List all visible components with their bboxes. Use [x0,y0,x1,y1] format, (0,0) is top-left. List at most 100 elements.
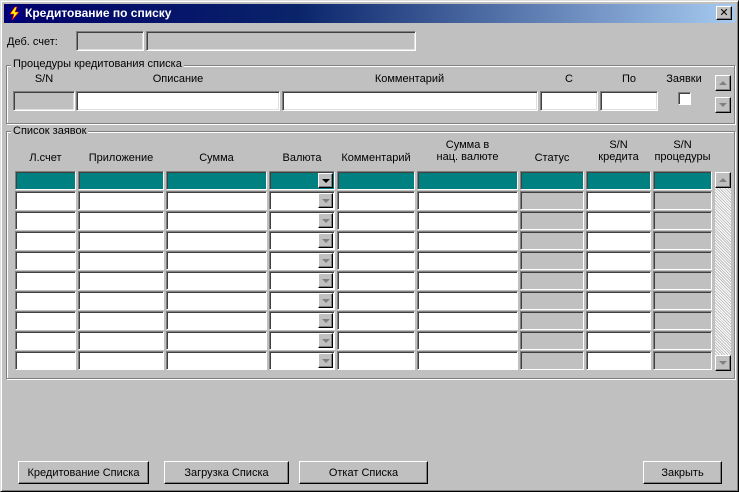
req-cell-account[interactable] [15,331,76,350]
req-cell-procedure-sn[interactable] [653,191,712,210]
req-cell-credit-sn[interactable] [586,291,651,310]
req-cell-status[interactable] [520,271,584,290]
req-cell-comment[interactable] [337,171,415,190]
debit-account-name-field[interactable] [146,31,416,51]
req-cell-amount-national[interactable] [417,191,518,210]
currency-dropdown-button[interactable] [318,173,333,188]
req-cell-amount-national[interactable] [417,231,518,250]
currency-dropdown-button[interactable] [318,333,333,348]
req-cell-amount-national[interactable] [417,331,518,350]
req-cell-procedure-sn[interactable] [653,231,712,250]
req-cell-comment[interactable] [337,271,415,290]
currency-dropdown-button[interactable] [318,293,333,308]
requests-scroll-down-button[interactable] [715,355,731,371]
req-cell-credit-sn[interactable] [586,211,651,230]
req-cell-application[interactable] [78,331,164,350]
req-cell-currency[interactable] [269,271,335,290]
requests-scrollbar[interactable] [715,172,731,371]
req-cell-amount[interactable] [166,211,267,230]
req-cell-account[interactable] [15,351,76,370]
req-cell-account[interactable] [15,171,76,190]
req-cell-currency[interactable] [269,191,335,210]
req-cell-status[interactable] [520,171,584,190]
req-cell-credit-sn[interactable] [586,171,651,190]
req-cell-application[interactable] [78,311,164,330]
req-cell-amount[interactable] [166,231,267,250]
proc-scroll-up-button[interactable] [715,75,731,91]
req-cell-procedure-sn[interactable] [653,351,712,370]
req-cell-account[interactable] [15,191,76,210]
currency-dropdown-button[interactable] [318,213,333,228]
credit-list-button[interactable]: Кредитование Списка [18,461,149,484]
req-cell-account[interactable] [15,311,76,330]
close-button[interactable]: Закрыть [643,461,722,484]
req-cell-comment[interactable] [337,291,415,310]
req-cell-account[interactable] [15,271,76,290]
req-cell-currency[interactable] [269,251,335,270]
req-cell-application[interactable] [78,191,164,210]
req-cell-amount-national[interactable] [417,211,518,230]
req-cell-credit-sn[interactable] [586,231,651,250]
currency-dropdown-button[interactable] [318,253,333,268]
req-cell-procedure-sn[interactable] [653,291,712,310]
req-cell-currency[interactable] [269,311,335,330]
req-cell-amount[interactable] [166,331,267,350]
proc-to-field[interactable] [600,91,658,111]
req-cell-credit-sn[interactable] [586,351,651,370]
req-cell-status[interactable] [520,331,584,350]
req-cell-amount-national[interactable] [417,291,518,310]
proc-requests-checkbox[interactable] [678,92,691,105]
req-cell-status[interactable] [520,191,584,210]
currency-dropdown-button[interactable] [318,193,333,208]
req-cell-amount-national[interactable] [417,251,518,270]
req-cell-comment[interactable] [337,191,415,210]
req-cell-comment[interactable] [337,211,415,230]
req-cell-credit-sn[interactable] [586,331,651,350]
requests-scroll-up-button[interactable] [715,172,731,188]
req-cell-amount[interactable] [166,171,267,190]
req-cell-procedure-sn[interactable] [653,271,712,290]
req-cell-account[interactable] [15,291,76,310]
req-cell-procedure-sn[interactable] [653,311,712,330]
req-cell-status[interactable] [520,311,584,330]
req-cell-currency[interactable] [269,331,335,350]
req-cell-application[interactable] [78,231,164,250]
load-list-button[interactable]: Загрузка Списка [164,461,289,484]
req-cell-amount-national[interactable] [417,171,518,190]
req-cell-status[interactable] [520,351,584,370]
req-cell-application[interactable] [78,351,164,370]
req-cell-amount[interactable] [166,251,267,270]
req-cell-status[interactable] [520,291,584,310]
req-cell-comment[interactable] [337,311,415,330]
currency-dropdown-button[interactable] [318,353,333,368]
req-cell-comment[interactable] [337,231,415,250]
req-cell-amount[interactable] [166,191,267,210]
req-cell-currency[interactable] [269,351,335,370]
req-cell-status[interactable] [520,251,584,270]
req-cell-credit-sn[interactable] [586,311,651,330]
req-cell-procedure-sn[interactable] [653,171,712,190]
req-cell-procedure-sn[interactable] [653,331,712,350]
debit-account-code-field[interactable] [76,31,144,51]
proc-from-field[interactable] [540,91,598,111]
req-cell-status[interactable] [520,231,584,250]
req-cell-application[interactable] [78,251,164,270]
currency-dropdown-button[interactable] [318,313,333,328]
req-cell-currency[interactable] [269,211,335,230]
proc-sn-field[interactable] [13,91,75,111]
req-cell-procedure-sn[interactable] [653,211,712,230]
rollback-list-button[interactable]: Откат Списка [299,461,428,484]
currency-dropdown-button[interactable] [318,273,333,288]
close-window-button[interactable]: ✕ [716,6,732,20]
req-cell-currency[interactable] [269,171,335,190]
req-cell-amount[interactable] [166,271,267,290]
proc-scroll-down-button[interactable] [715,97,731,113]
req-cell-account[interactable] [15,231,76,250]
currency-dropdown-button[interactable] [318,233,333,248]
req-cell-application[interactable] [78,171,164,190]
req-cell-application[interactable] [78,271,164,290]
req-cell-comment[interactable] [337,351,415,370]
req-cell-amount-national[interactable] [417,311,518,330]
req-cell-status[interactable] [520,211,584,230]
req-cell-currency[interactable] [269,231,335,250]
